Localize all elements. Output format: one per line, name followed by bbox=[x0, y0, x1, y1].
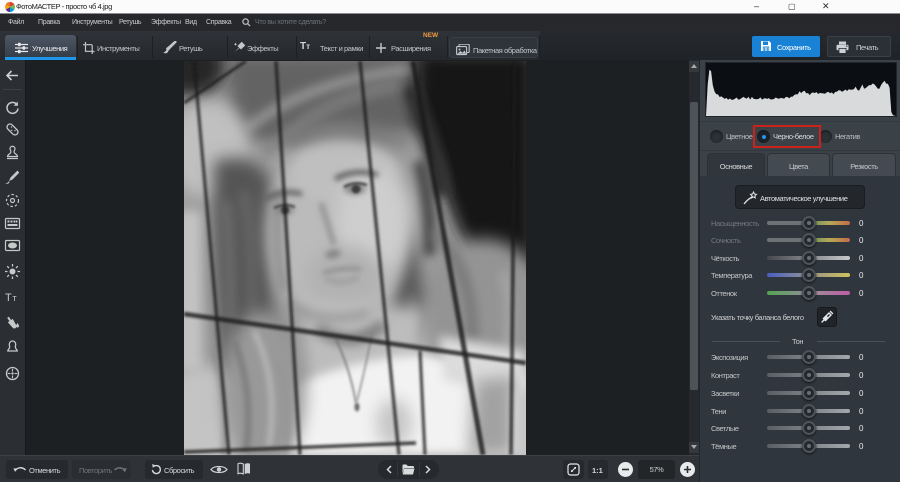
svg-text:T: T bbox=[5, 292, 12, 304]
svg-text:т: т bbox=[13, 293, 17, 303]
